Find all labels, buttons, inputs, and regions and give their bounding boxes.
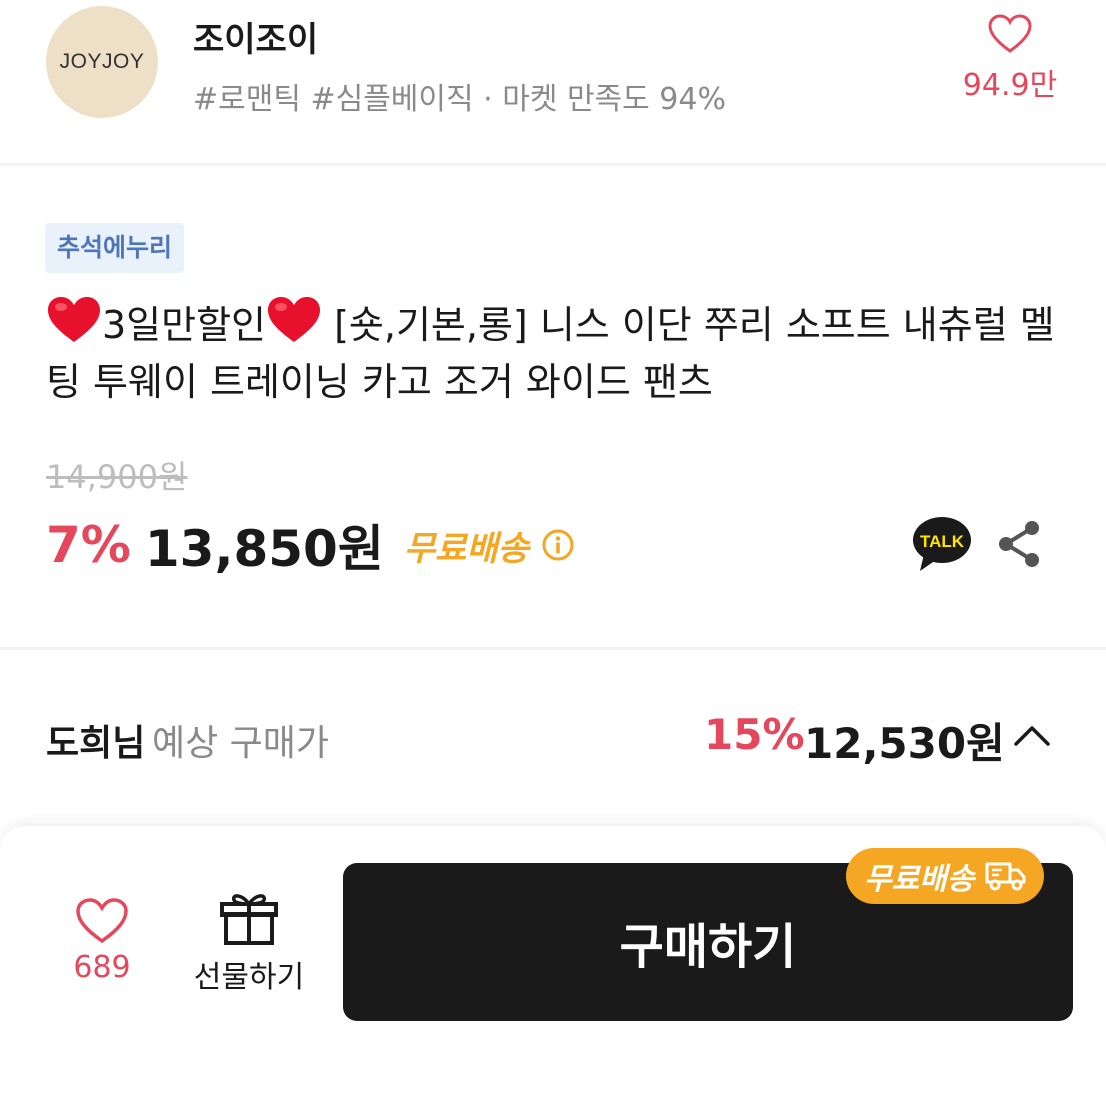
expected-price-label: 예상 구매가 bbox=[152, 723, 330, 764]
heart-emoji-icon bbox=[48, 297, 100, 342]
store-logo[interactable]: JOYJOY bbox=[46, 6, 158, 118]
info-icon[interactable] bbox=[541, 528, 575, 562]
price-row: 7% 13,850원 무료배송 bbox=[46, 512, 575, 578]
free-shipping-tag: 무료배송 bbox=[846, 848, 1045, 904]
delivery-truck-icon bbox=[985, 862, 1026, 891]
section-divider bbox=[0, 647, 1106, 650]
buy-button-label: 구매하기 bbox=[619, 919, 797, 975]
free-shipping-tag-label: 무료배송 bbox=[864, 862, 975, 897]
heart-emoji-icon bbox=[268, 297, 321, 342]
expected-price: 12,530원 bbox=[804, 719, 1005, 768]
store-like-button[interactable]: 94.9만 bbox=[940, 10, 1080, 110]
store-like-count: 94.9만 bbox=[962, 68, 1058, 103]
gift-button[interactable]: 선물하기 bbox=[184, 890, 314, 996]
expected-price-user: 도희님 bbox=[46, 723, 146, 764]
heart-outline-icon bbox=[988, 14, 1032, 53]
expected-discount: 15% bbox=[704, 710, 805, 759]
store-tags: #로맨틱 #심플베이직 · 마켓 만족도 94% bbox=[193, 82, 726, 117]
original-price: 14,900원 bbox=[46, 458, 188, 496]
gift-label: 선물하기 bbox=[193, 960, 305, 995]
store-logo-text: JOYJOY bbox=[59, 50, 145, 73]
gift-icon bbox=[220, 894, 278, 945]
kakao-talk-icon: TALK bbox=[913, 517, 971, 571]
product-title: 3일만할인 [숏,기본,롱] 니스 이단 쭈리 소프트 내츄럴 멜팅 투웨이 트… bbox=[46, 296, 1056, 411]
product-like-button[interactable]: 689 bbox=[62, 898, 142, 985]
promo-badge: 추석에누리 bbox=[45, 223, 185, 273]
product-like-count: 689 bbox=[73, 950, 131, 985]
heart-outline-icon bbox=[76, 898, 128, 944]
kakao-talk-share-button[interactable]: TALK bbox=[910, 514, 974, 574]
bottom-action-bar: 689 선물하기 구매하기 무료배송 bbox=[0, 826, 1106, 1106]
chevron-up-icon[interactable] bbox=[1010, 718, 1054, 750]
share-icon bbox=[999, 521, 1039, 567]
sale-price: 13,850원 bbox=[144, 520, 384, 578]
share-button[interactable] bbox=[994, 518, 1044, 570]
title-prefix: 3일만할인 bbox=[102, 303, 267, 347]
svg-text:TALK: TALK bbox=[920, 532, 965, 551]
discount-rate: 7% bbox=[46, 516, 131, 574]
section-divider bbox=[0, 163, 1106, 166]
store-name[interactable]: 조이조이 bbox=[193, 12, 318, 61]
store-header[interactable]: JOYJOY 조이조이 #로맨틱 #심플베이직 · 마켓 만족도 94% 94.… bbox=[0, 0, 1106, 163]
free-shipping-label: 무료배송 bbox=[403, 528, 529, 569]
